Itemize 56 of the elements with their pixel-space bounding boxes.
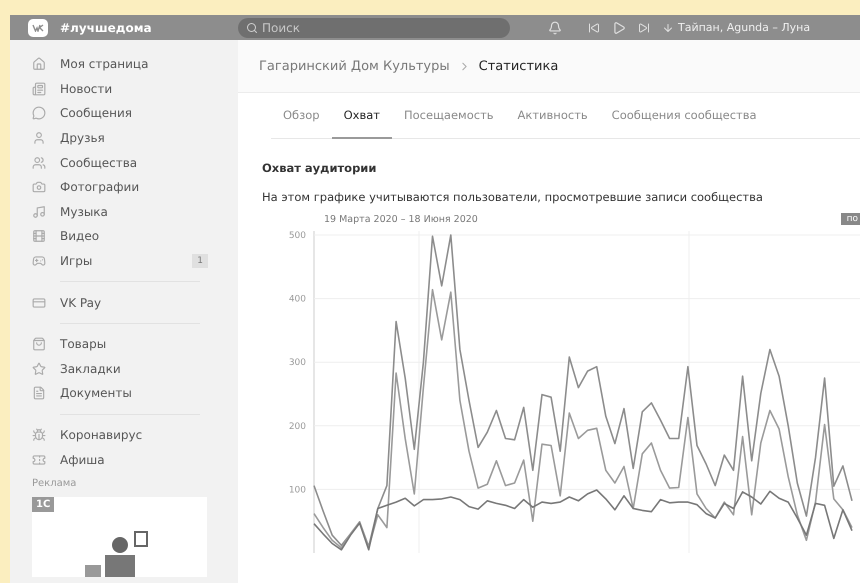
chart-description: На этом графике учитываются пользователи, просмотревшие записи сообщества	[262, 190, 764, 204]
sidebar-item[interactable]: Закладки	[32, 356, 208, 382]
sidebar-item[interactable]: Музыка	[32, 200, 208, 224]
sidebar-item[interactable]: Фотографии	[32, 174, 208, 200]
sidebar-item[interactable]: Друзья	[32, 126, 208, 150]
sidebar-item[interactable]: VK Pay	[32, 290, 208, 315]
sidebar-item[interactable]: Коронавирус	[32, 422, 208, 448]
tab[interactable]: Охват	[332, 93, 392, 139]
sidebar-item[interactable]: Сообщения	[32, 101, 208, 126]
house-icon	[32, 57, 46, 72]
counter-badge: 1	[192, 254, 208, 268]
star-icon	[32, 362, 46, 376]
axis-tick-label: 300	[288, 358, 306, 368]
sidebar-item[interactable]: Новости	[32, 76, 208, 102]
newspaper-icon	[32, 82, 46, 96]
period-button[interactable]: по	[840, 213, 860, 225]
card-icon	[32, 296, 46, 310]
tab[interactable]: Посещаемость	[392, 93, 506, 139]
axis-tick-label: 500	[288, 231, 306, 241]
gamepad-icon	[32, 254, 46, 268]
search-icon	[246, 22, 258, 34]
tab[interactable]: Активность	[506, 93, 600, 139]
ticket-icon	[32, 452, 46, 467]
ad-label: Реклама	[32, 478, 78, 489]
sidebar-item[interactable]: Видео	[32, 224, 208, 249]
sidebar-item[interactable]: Сообщества	[32, 150, 208, 175]
axis-tick-label: 400	[288, 294, 306, 305]
chat-bubble-icon	[32, 106, 46, 120]
sidebar-item[interactable]: Документы	[32, 381, 208, 406]
search-field[interactable]: Поиск	[238, 18, 510, 38]
document-icon	[32, 386, 46, 400]
ad-logo: 1С	[32, 496, 54, 512]
music-note-icon	[32, 204, 46, 219]
section-title: Охват аудитории	[262, 161, 378, 175]
bag-icon	[32, 337, 46, 352]
date-range[interactable]: 19 Марта 2020 – 18 Июня 2020	[324, 214, 478, 224]
person-icon	[32, 131, 46, 146]
sidebar-item[interactable]: Товары	[32, 332, 208, 357]
logo-icon[interactable]	[28, 18, 48, 36]
page-title: Статистика	[478, 58, 558, 74]
people-icon	[32, 156, 46, 170]
tab[interactable]: Обзор	[271, 93, 332, 139]
play-icon[interactable]	[612, 20, 626, 34]
tab[interactable]: Сообщения сообщества	[600, 93, 769, 139]
previous-icon[interactable]	[588, 22, 600, 34]
sidebar-item[interactable]: Афиша	[32, 447, 208, 472]
sidebar-item[interactable]: Моя страница	[32, 52, 208, 77]
next-icon[interactable]	[638, 22, 650, 34]
axis-tick-label: 100	[288, 485, 306, 496]
breadcrumb-link[interactable]: Гагаринский Дом Культуры	[259, 58, 450, 74]
film-icon	[32, 229, 46, 244]
download-arrow-icon[interactable]	[662, 22, 674, 34]
axis-tick-label: 200	[288, 422, 306, 432]
sidebar-item[interactable]: Игры 1	[32, 248, 208, 274]
bell-icon[interactable]	[548, 20, 562, 34]
camera-icon	[32, 180, 46, 194]
